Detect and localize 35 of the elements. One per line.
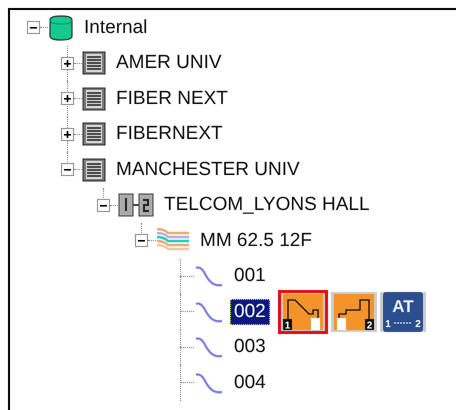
tree-item[interactable]: FIBERNEXT [112, 121, 227, 148]
fiber-icon [194, 300, 224, 324]
tree-item[interactable]: Internal [80, 14, 152, 41]
plus-icon [63, 94, 72, 104]
trace-number: 1 [284, 320, 290, 330]
expand-button[interactable] [61, 128, 74, 141]
collapse-button[interactable] [61, 163, 74, 176]
collapse-button[interactable] [135, 234, 148, 248]
patch-panel-icon [118, 193, 154, 218]
plus-icon [63, 58, 72, 68]
collapse-button[interactable] [97, 198, 110, 212]
fiber-icon [194, 264, 224, 288]
expand-button[interactable] [61, 56, 74, 70]
tree-item[interactable]: 003 [230, 334, 270, 360]
trace-button[interactable]: 1 [278, 290, 328, 334]
from-number: 1 [384, 318, 390, 330]
fiber-icon [194, 335, 224, 360]
tree-item[interactable]: 002 [230, 298, 270, 325]
tree-item[interactable]: MANCHESTER UNIV [112, 156, 304, 183]
to-number: 2 [414, 318, 420, 330]
tree-item[interactable]: FIBER NEXT [112, 86, 232, 112]
plus-icon [63, 130, 72, 139]
tree-item[interactable]: AMER UNIV [112, 50, 226, 76]
tree-item[interactable]: 001 [230, 263, 270, 290]
trace-button[interactable]: 2 [330, 292, 377, 332]
tree-item[interactable]: 004 [230, 370, 270, 396]
tree-item[interactable]: MM 62.5 12F [196, 228, 316, 254]
database-icon [48, 14, 74, 41]
auto-test-label: AT [392, 296, 414, 316]
trace-number: 2 [366, 320, 372, 330]
fiber-icon [194, 370, 224, 395]
tree-item[interactable]: TELCOM_LYONS HALL [160, 192, 374, 218]
expand-button[interactable] [61, 92, 74, 106]
collapse-button[interactable] [27, 21, 40, 34]
auto-test-button[interactable]: AT 1 2 [380, 292, 426, 332]
